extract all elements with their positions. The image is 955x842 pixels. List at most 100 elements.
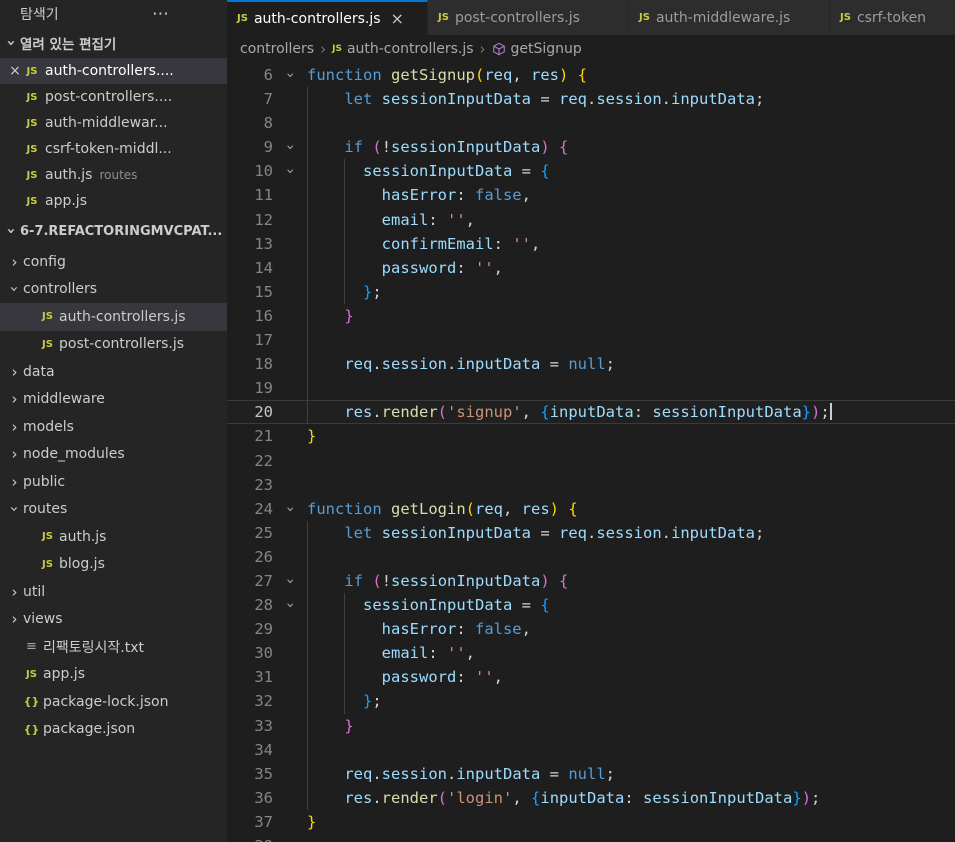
editor-tab[interactable]: JS auth-controllers.js × [227, 0, 428, 35]
code-line[interactable]: 27 › if (!sessionInputData) { [227, 568, 955, 594]
breadcrumb-label: auth-controllers.js [346, 41, 474, 57]
code-tokens: } [307, 427, 317, 446]
indent-guide [307, 665, 308, 690]
chevron-right-icon: › [11, 362, 18, 381]
code-tokens: hasError: false, [381, 620, 531, 639]
code-line[interactable]: 6 › function getSignup(req, res) { [227, 63, 955, 87]
tree-item[interactable]: ≡ 리팩토링시작.txt [0, 633, 227, 661]
code-line[interactable]: 33 } [227, 713, 955, 738]
code-line[interactable]: 36 res.render('login', {inputData: sessi… [227, 785, 955, 810]
fold-chevron-icon[interactable]: › [278, 154, 302, 188]
project-header[interactable]: › 6-7.REFACTORINGMVCPAT... [0, 214, 227, 248]
indent-guide [344, 641, 346, 666]
code-line[interactable]: 14 password: '', [227, 255, 955, 280]
close-icon[interactable]: × [7, 63, 23, 79]
code-line[interactable]: 25 let sessionInputData = req.session.in… [227, 520, 955, 545]
code-line[interactable]: 8 [227, 111, 955, 136]
tree-item[interactable]: › config [0, 248, 227, 276]
editor-tab[interactable]: JS csrf-token [830, 0, 955, 35]
open-editor-item[interactable]: JS post-controllers.... [0, 84, 227, 110]
open-editor-item[interactable]: JS auth.js routes [0, 162, 227, 188]
tree-item[interactable]: › node_modules [0, 441, 227, 469]
open-editor-item[interactable]: JS auth-middlewar... [0, 110, 227, 136]
tree-item[interactable]: {} package-lock.json [0, 688, 227, 716]
breadcrumb-item[interactable]: JS auth-controllers.js [332, 41, 473, 57]
tree-item[interactable]: JS post-controllers.js [0, 331, 227, 359]
tree-item[interactable]: › models [0, 413, 227, 441]
code-text [307, 328, 955, 353]
code-text: hasError: false, [307, 183, 955, 208]
more-actions-icon[interactable]: ⋯ [152, 4, 171, 24]
code-line[interactable]: 21} [227, 424, 955, 448]
code-line[interactable]: 20 res.render('signup', {inputData: sess… [227, 400, 955, 425]
line-number: 8 [263, 114, 273, 133]
editor-tab[interactable]: JS post-controllers.js [428, 0, 629, 35]
code-line[interactable]: 17 [227, 328, 955, 353]
code-line[interactable]: 32 }; [227, 689, 955, 714]
indent-guide [307, 159, 308, 184]
code-line[interactable]: 29 hasError: false, [227, 617, 955, 642]
tree-item[interactable]: › data [0, 358, 227, 386]
line-number: 35 [254, 764, 273, 783]
code-line[interactable]: 35 req.session.inputData = null; [227, 761, 955, 786]
code-line[interactable]: 26 [227, 544, 955, 569]
code-line[interactable]: 24 › function getLogin(req, res) { [227, 497, 955, 521]
tree-item[interactable]: JS auth.js [0, 523, 227, 551]
open-editors-header[interactable]: › 열려 있는 편집기 [0, 28, 227, 58]
indent-guide [307, 303, 308, 329]
code-line[interactable]: 18 req.session.inputData = null; [227, 352, 955, 377]
file-tree: › config › controllers JS auth-controllers.js… [0, 248, 227, 743]
code-line[interactable]: 11 hasError: false, [227, 183, 955, 208]
code-line[interactable]: 16 } [227, 303, 955, 329]
open-editor-label: auth-middlewar... [45, 115, 168, 131]
code-line[interactable]: 30 email: '', [227, 641, 955, 666]
tree-item[interactable]: › middleware [0, 386, 227, 414]
open-editor-item[interactable]: × JS auth-controllers.... [0, 58, 227, 84]
code-line[interactable]: 28 › sessionInputData = { [227, 593, 955, 618]
code-line[interactable]: 7 let sessionInputData = req.session.inp… [227, 87, 955, 112]
code-tokens: } [307, 812, 317, 831]
code-line[interactable]: 31 password: '', [227, 665, 955, 690]
code-line[interactable]: 15 }; [227, 279, 955, 304]
fold-chevron-icon[interactable]: › [278, 588, 302, 622]
code-line[interactable]: 22 [227, 449, 955, 473]
tree-item[interactable]: {} package.json [0, 716, 227, 744]
tree-item[interactable]: JS app.js [0, 661, 227, 689]
fold-chevron-icon[interactable]: › [278, 492, 302, 526]
code-editor[interactable]: 6 › function getSignup(req, res) {7 let se… [227, 63, 955, 842]
fold-chevron-icon[interactable]: › [278, 63, 302, 92]
code-text: } [307, 303, 955, 329]
open-editor-item[interactable]: JS app.js [0, 188, 227, 214]
code-line[interactable]: 37} [227, 810, 955, 834]
code-line[interactable]: 34 [227, 737, 955, 762]
tree-item[interactable]: › routes [0, 496, 227, 524]
breadcrumb-item[interactable]: getSignup [492, 41, 582, 57]
breadcrumb-item[interactable]: controllers [240, 41, 314, 57]
code-tokens: req.session.inputData = null; [344, 764, 616, 783]
open-editor-item[interactable]: JS csrf-token-middl... [0, 136, 227, 162]
code-text: let sessionInputData = req.session.input… [307, 87, 955, 112]
code-line[interactable]: 38 [227, 834, 955, 842]
code-line[interactable]: 12 email: '', [227, 207, 955, 232]
tree-item-label: models [23, 418, 74, 435]
js-file-icon: JS [26, 143, 38, 155]
code-line[interactable]: 9 › if (!sessionInputData) { [227, 135, 955, 160]
editor-tab[interactable]: JS auth-middleware.js [629, 0, 830, 35]
code-line[interactable]: 23 [227, 473, 955, 497]
tree-item[interactable]: JS blog.js [0, 551, 227, 579]
tree-item[interactable]: › controllers [0, 276, 227, 304]
indent-guide [344, 207, 346, 232]
close-icon[interactable]: × [391, 9, 404, 28]
tree-item[interactable]: › public [0, 468, 227, 496]
tree-item-label: util [23, 583, 46, 600]
indent-guide [307, 761, 308, 786]
tree-item[interactable]: JS auth-controllers.js [0, 303, 227, 331]
code-line[interactable]: 10 › sessionInputData = { [227, 159, 955, 184]
tree-item[interactable]: › views [0, 606, 227, 634]
code-line[interactable]: 19 [227, 376, 955, 401]
tree-item[interactable]: › util [0, 578, 227, 606]
code-line[interactable]: 13 confirmEmail: '', [227, 231, 955, 256]
code-text: sessionInputData = { [307, 159, 955, 184]
